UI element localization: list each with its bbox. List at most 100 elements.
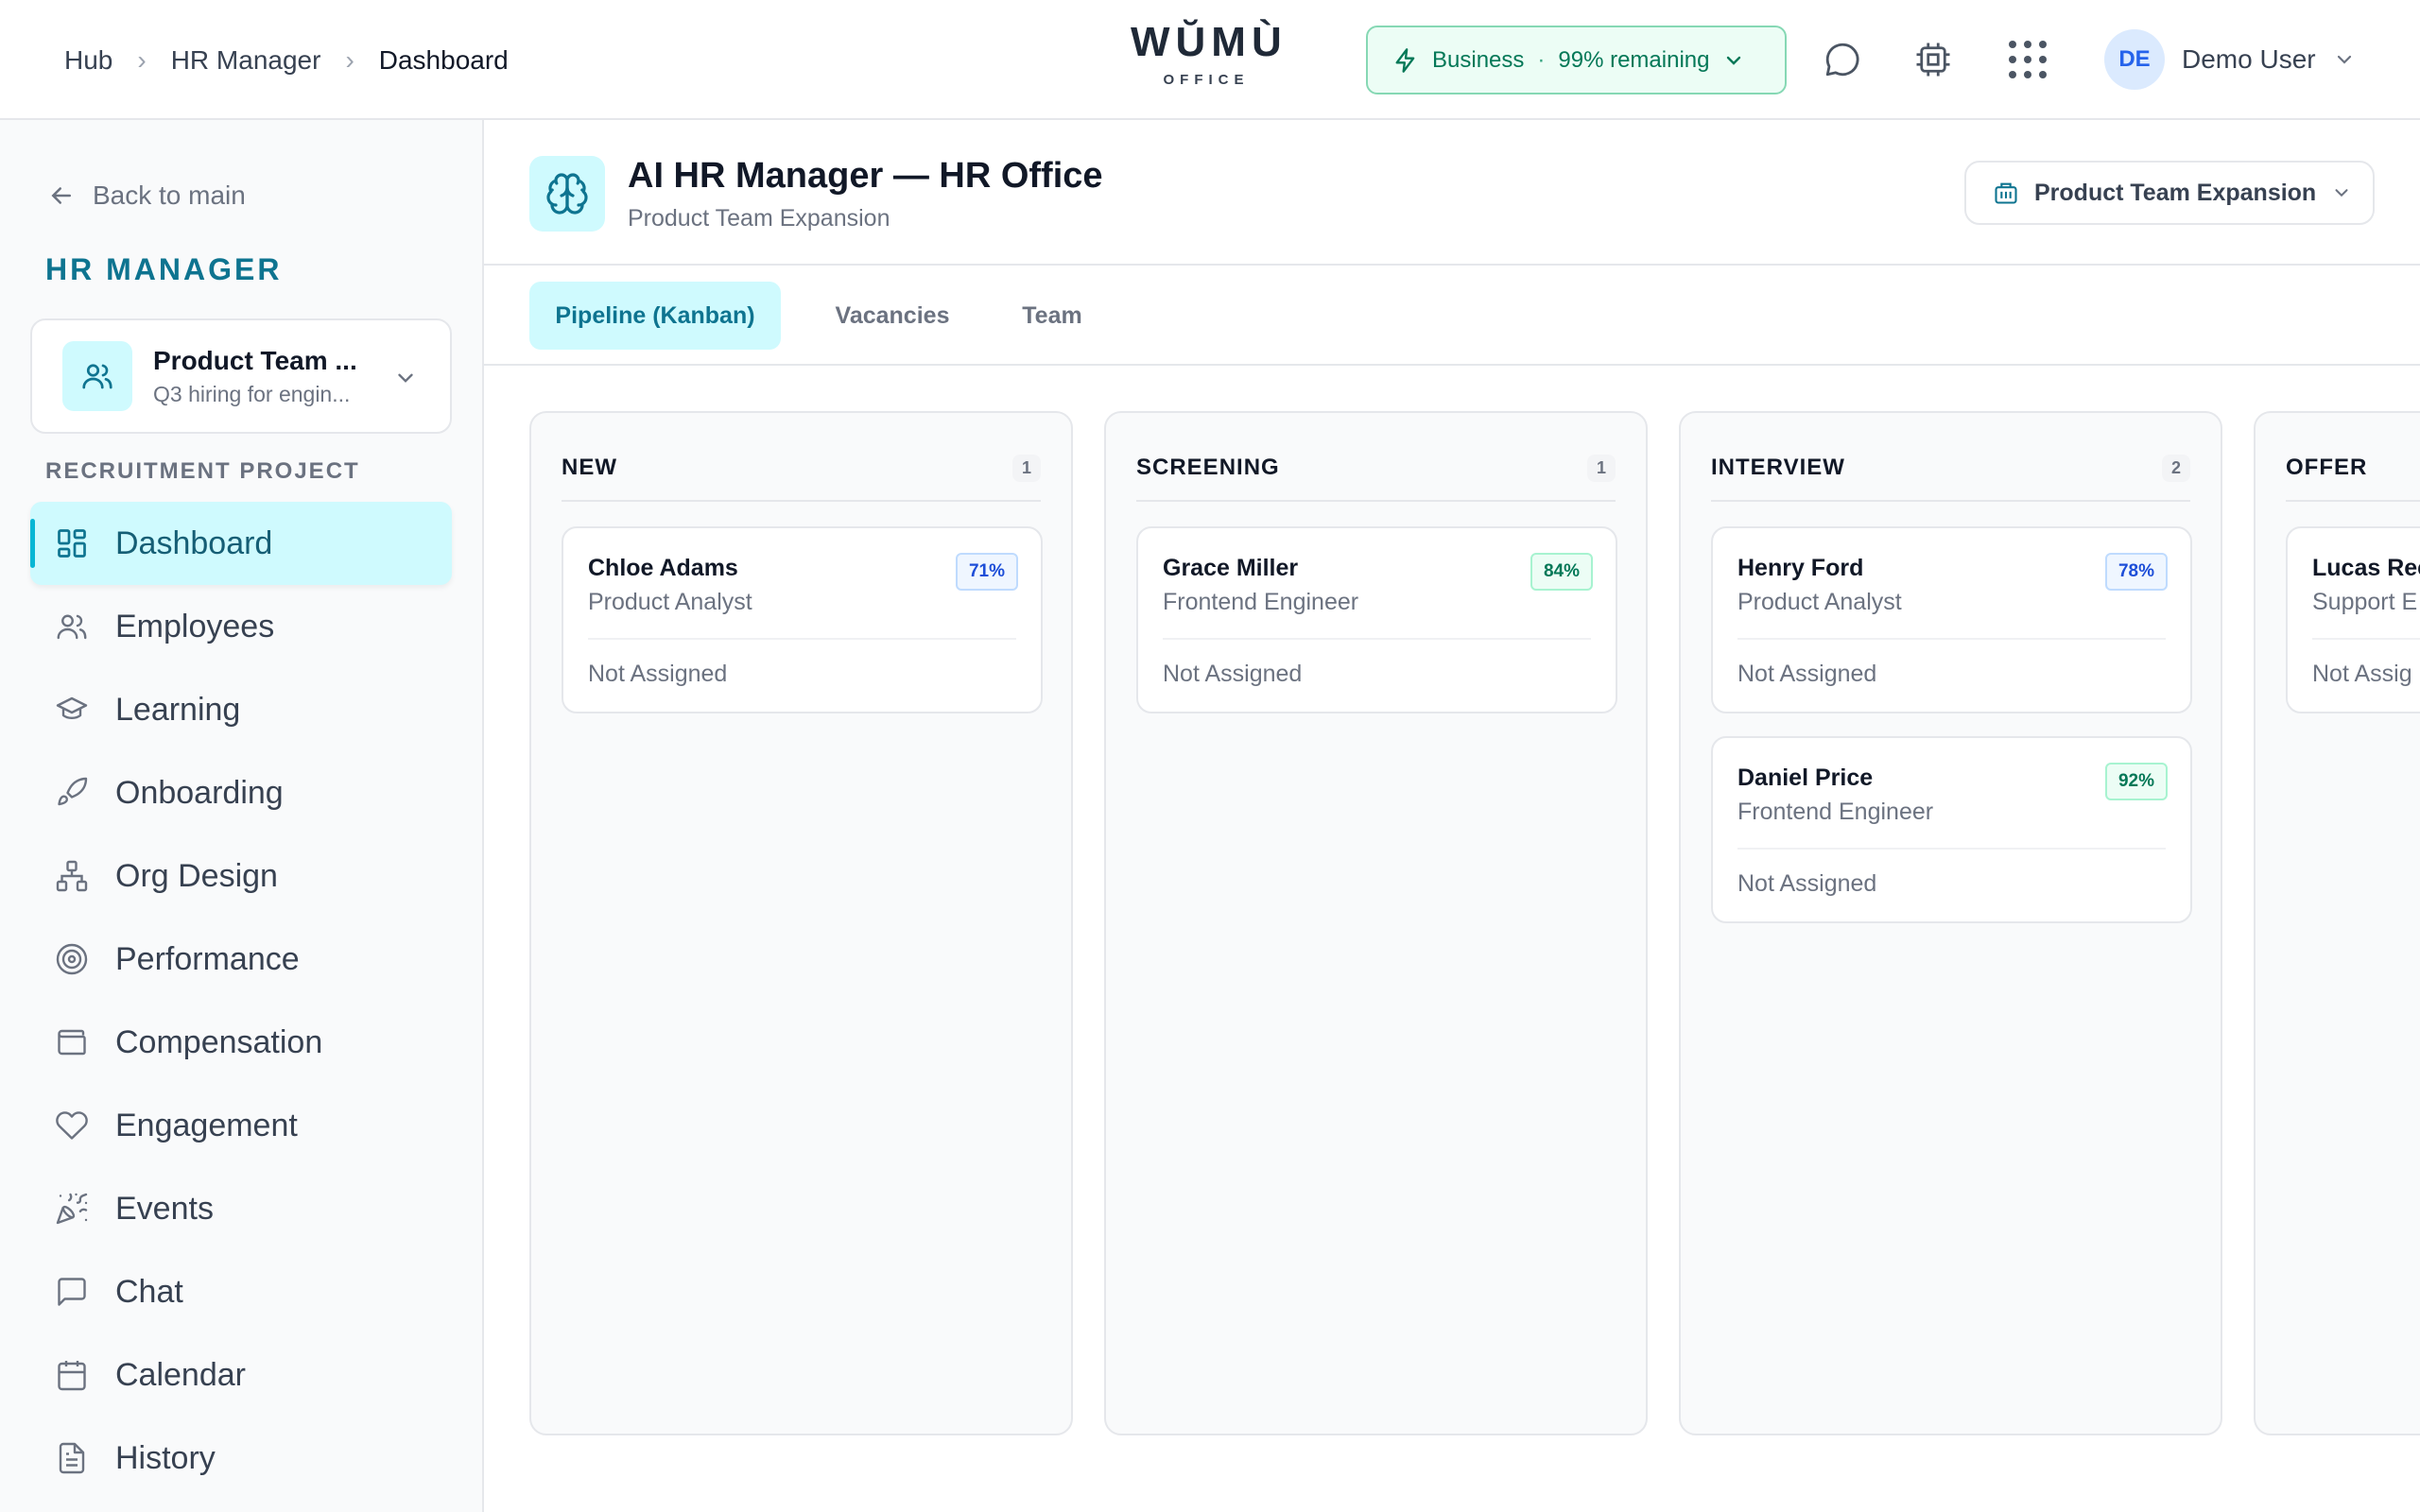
back-to-main-label: Back to main: [93, 180, 246, 210]
chevron-down-icon: [1722, 49, 1745, 72]
column-count-badge: 1: [1586, 454, 1616, 482]
card-divider: [588, 638, 1016, 640]
graduation-cap-icon: [53, 691, 91, 729]
sidebar-item-label: Calendar: [115, 1356, 246, 1393]
users-icon: [62, 341, 132, 411]
heart-icon: [53, 1107, 91, 1144]
candidate-card[interactable]: Lucas Ree Support E Not Assig: [2286, 526, 2420, 713]
sidebar-item-label: Chat: [115, 1273, 183, 1310]
logo-word: WŬMÙ: [1131, 19, 1288, 65]
chevron-down-icon: [2333, 48, 2356, 71]
breadcrumb-hub[interactable]: Hub: [64, 45, 112, 76]
candidate-card[interactable]: Grace Miller Frontend Engineer 84% Not A…: [1136, 526, 1617, 713]
tab-vacancies[interactable]: Vacancies: [815, 282, 970, 350]
arrow-left-icon: [47, 181, 76, 210]
candidate-role: Product Analyst: [1737, 589, 1902, 615]
match-score-badge: 78%: [2104, 553, 2168, 591]
sidebar-item-engagement[interactable]: Engagement: [30, 1084, 452, 1167]
cpu-chip-icon[interactable]: [1910, 36, 1957, 83]
project-select-dropdown[interactable]: Product Team Expansion: [1964, 161, 2375, 225]
column-header: INTERVIEW 2: [1711, 436, 2190, 502]
breadcrumb-separator: ›: [137, 44, 147, 75]
apps-grid-icon[interactable]: [2004, 36, 2051, 83]
kanban-column-offer: OFFER Lucas Ree Support E Not Assig: [2254, 411, 2420, 1435]
back-to-main-link[interactable]: Back to main: [47, 180, 246, 211]
candidate-name: Daniel Price: [1737, 765, 1874, 791]
sidebar-item-label: Events: [115, 1190, 214, 1227]
sidebar-item-calendar[interactable]: Calendar: [30, 1333, 452, 1417]
column-title: INTERVIEW: [1711, 455, 1845, 480]
match-score-badge: 71%: [955, 553, 1018, 591]
column-title: SCREENING: [1136, 455, 1280, 480]
column-header: NEW 1: [562, 436, 1041, 502]
assignee-status: Not Assigned: [1737, 870, 1877, 897]
sidebar-item-label: Learning: [115, 691, 241, 728]
column-count-badge: 2: [2161, 454, 2190, 482]
users-icon: [53, 608, 91, 645]
sidebar-item-learning[interactable]: Learning: [30, 668, 452, 751]
sidebar-item-history[interactable]: History: [30, 1417, 452, 1500]
match-score-badge: 84%: [1530, 553, 1593, 591]
candidate-role: Support E: [2312, 589, 2418, 615]
candidate-name: Chloe Adams: [588, 555, 738, 581]
chat-bubble-icon[interactable]: [1819, 36, 1866, 83]
column-header: OFFER: [2286, 436, 2420, 502]
tab-pipeline-kanban[interactable]: Pipeline (Kanban): [529, 282, 781, 350]
plan-tier: Business: [1432, 46, 1525, 73]
sidebar-item-chat[interactable]: Chat: [30, 1250, 452, 1333]
sidebar-item-label: Compensation: [115, 1023, 323, 1060]
breadcrumb-hr-manager[interactable]: HR Manager: [171, 45, 321, 76]
sidebar-nav: Dashboard Employees Learning Onboarding …: [30, 502, 452, 1500]
sidebar-item-org-design[interactable]: Org Design: [30, 834, 452, 918]
chevron-down-icon: [393, 366, 418, 390]
tab-team[interactable]: Team: [1000, 282, 1104, 350]
logo[interactable]: WŬMÙ OFFICE: [1131, 19, 1288, 89]
candidate-card[interactable]: Chloe Adams Product Analyst 71% Not Assi…: [562, 526, 1043, 713]
user-menu[interactable]: DE Demo User: [2104, 29, 2356, 90]
sidebar-item-performance[interactable]: Performance: [30, 918, 452, 1001]
card-divider: [1737, 638, 2166, 640]
column-title: NEW: [562, 455, 617, 480]
candidate-card[interactable]: Henry Ford Product Analyst 78% Not Assig…: [1711, 526, 2192, 713]
project-select-label: Product Team Expansion: [2034, 179, 2317, 206]
sidebar-item-compensation[interactable]: Compensation: [30, 1001, 452, 1084]
sidebar-item-label: Onboarding: [115, 774, 284, 811]
rocket-icon: [53, 774, 91, 812]
org-chart-icon: [53, 857, 91, 895]
brain-icon: [529, 156, 605, 232]
card-divider: [1163, 638, 1591, 640]
assignee-status: Not Assigned: [1163, 661, 1303, 687]
project-switcher[interactable]: Product Team ... Q3 hiring for engin...: [30, 318, 452, 434]
candidate-role: Frontend Engineer: [1737, 799, 1934, 825]
sidebar-item-employees[interactable]: Employees: [30, 585, 452, 668]
assignee-status: Not Assigned: [1737, 661, 1877, 687]
sidebar: Back to main HR MANAGER Product Team ...…: [0, 120, 484, 1512]
user-name: Demo User: [2182, 44, 2316, 74]
plan-usage-button[interactable]: Business · 99% remaining: [1366, 26, 1787, 94]
page-title: AI HR Manager — HR Office: [628, 156, 1103, 196]
assignee-status: Not Assig: [2312, 661, 2412, 687]
sidebar-item-onboarding[interactable]: Onboarding: [30, 751, 452, 834]
candidate-card[interactable]: Daniel Price Frontend Engineer 92% Not A…: [1711, 736, 2192, 923]
target-icon: [53, 940, 91, 978]
plan-dot: ·: [1537, 46, 1546, 73]
chat-icon: [53, 1273, 91, 1311]
sidebar-item-dashboard[interactable]: Dashboard: [30, 502, 452, 585]
match-score-badge: 92%: [2104, 763, 2168, 800]
column-title: OFFER: [2286, 455, 2368, 480]
candidate-name: Lucas Ree: [2312, 555, 2420, 581]
party-popper-icon: [53, 1190, 91, 1228]
assignee-status: Not Assigned: [588, 661, 728, 687]
column-count-badge: 1: [1011, 454, 1041, 482]
sidebar-item-events[interactable]: Events: [30, 1167, 452, 1250]
breadcrumb: Hub › HR Manager › Dashboard: [64, 0, 509, 120]
candidate-role: Product Analyst: [588, 589, 752, 615]
card-divider: [2312, 638, 2420, 640]
candidate-name: Henry Ford: [1737, 555, 1864, 581]
sidebar-item-label: Employees: [115, 608, 275, 644]
chevron-down-icon: [2331, 182, 2352, 203]
breadcrumb-separator: ›: [345, 44, 354, 75]
sidebar-title: HR MANAGER: [45, 252, 283, 286]
wallet-icon: [53, 1023, 91, 1061]
project-description: Q3 hiring for engin...: [153, 381, 351, 406]
